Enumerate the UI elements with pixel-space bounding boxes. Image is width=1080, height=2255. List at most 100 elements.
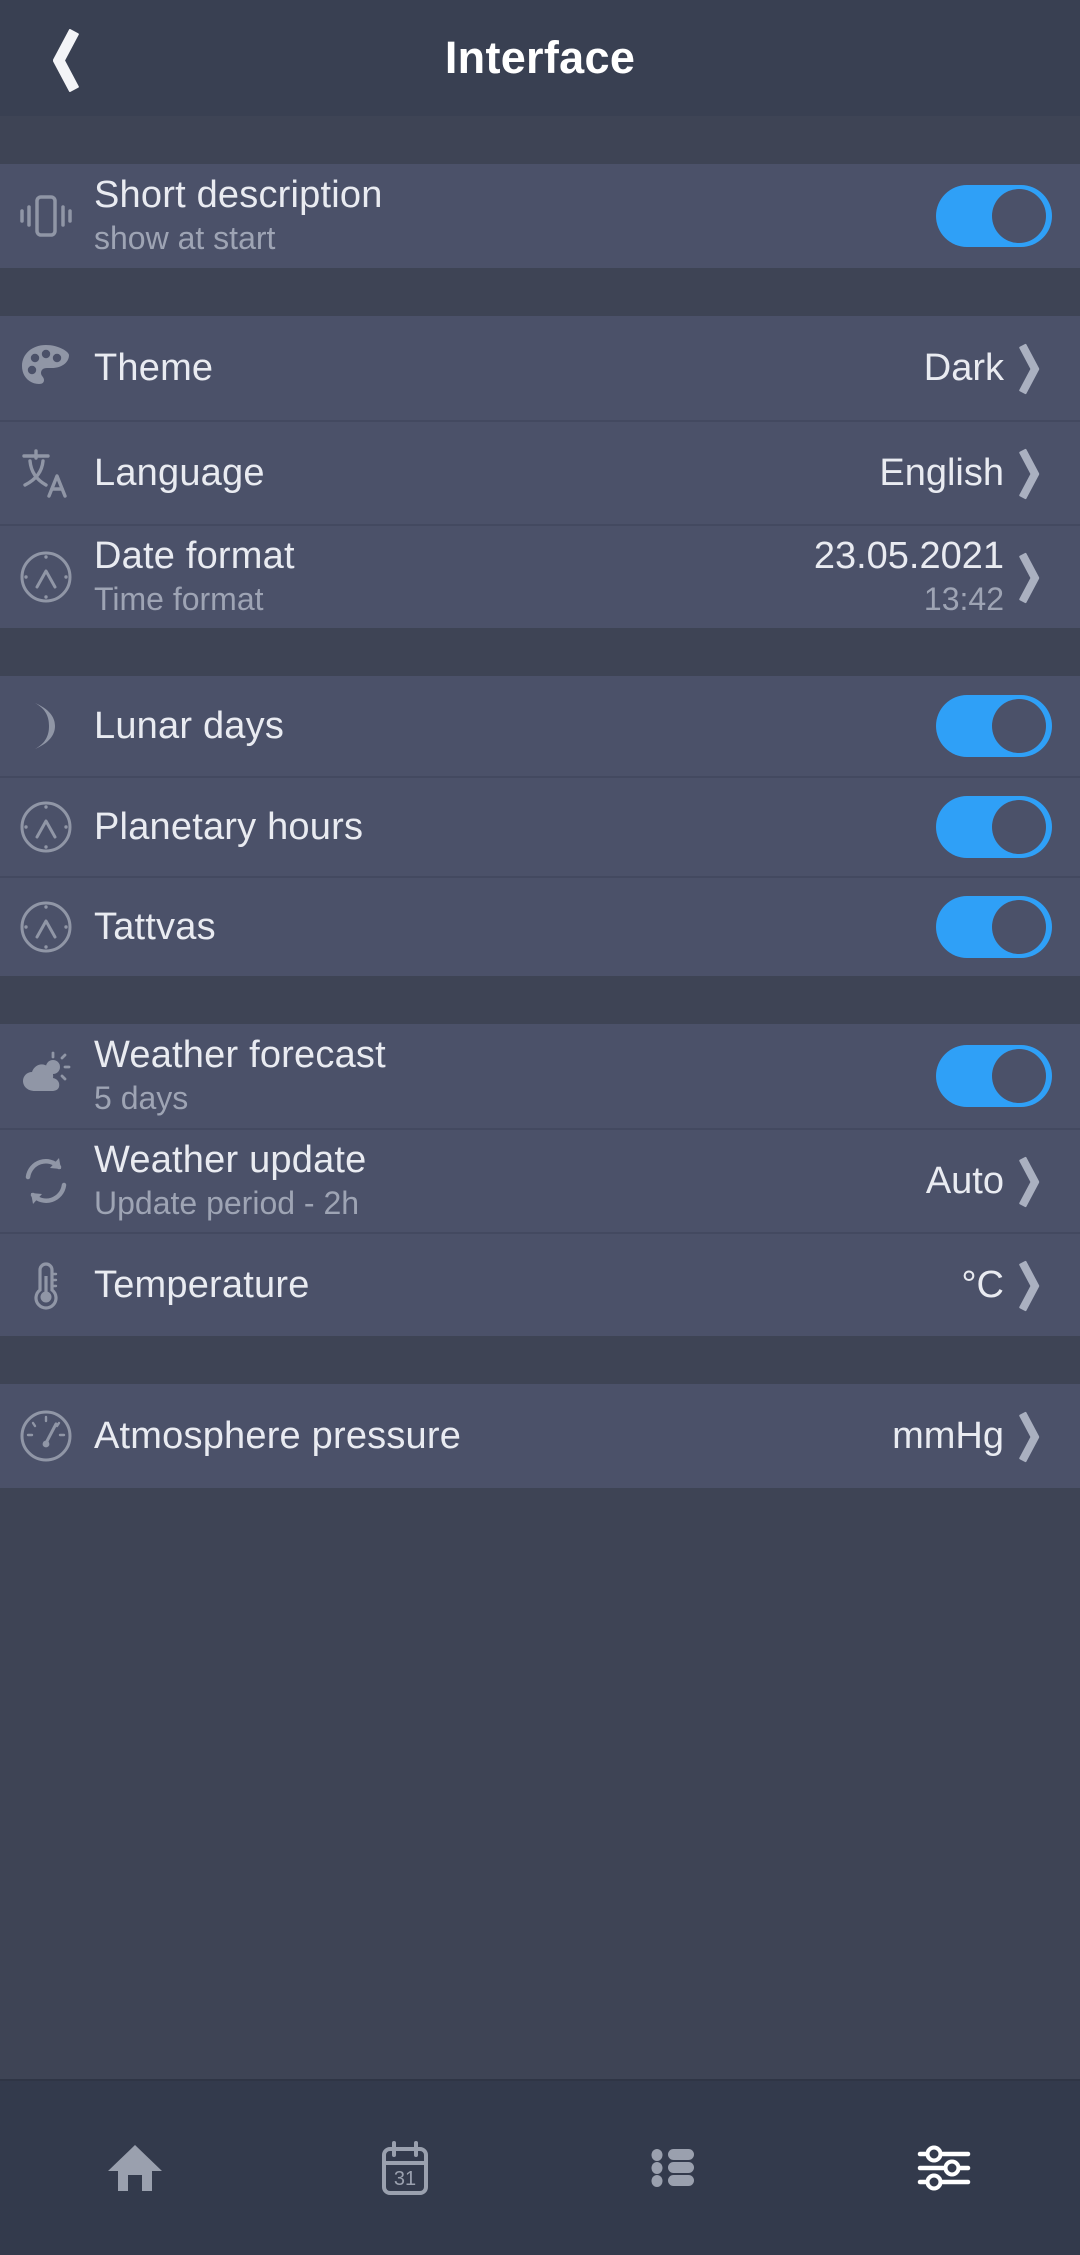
row-labels: Date format Time format: [92, 535, 814, 619]
value-text: mmHg: [892, 1414, 1004, 1457]
row-value: mmHg: [892, 1415, 1004, 1458]
nav-home[interactable]: [0, 2080, 270, 2255]
nav-calendar[interactable]: 31: [270, 2080, 540, 2255]
toggle-knob: [992, 1049, 1046, 1103]
toggle-short-description[interactable]: [936, 185, 1052, 247]
clock-icon: [0, 796, 92, 858]
row-weather-update[interactable]: Weather update Update period - 2h Auto: [0, 1128, 1080, 1232]
vibrate-icon: [0, 185, 92, 247]
value-subtext: 13:42: [923, 581, 1004, 618]
page-title: Interface: [444, 32, 636, 83]
row-labels: Theme: [92, 347, 924, 390]
row-planetary-hours[interactable]: Planetary hours: [0, 776, 1080, 876]
row-title: Lunar days: [94, 704, 285, 747]
palette-icon: [0, 337, 92, 399]
group-appearance: Theme Dark Language English Date format …: [0, 316, 1080, 628]
section-gap: [0, 116, 1080, 164]
row-labels: Weather update Update period - 2h: [92, 1139, 926, 1223]
row-labels: Short description show at start: [92, 174, 936, 258]
chevron-right-icon: [1020, 1259, 1054, 1311]
row-subtitle: Update period - 2h: [94, 1185, 360, 1222]
row-short-description[interactable]: Short description show at start: [0, 164, 1080, 268]
row-title: Temperature: [94, 1263, 310, 1306]
group-weather: Weather forecast 5 days Weather update U…: [0, 1024, 1080, 1336]
row-subtitle: 5 days: [94, 1080, 189, 1117]
row-atmosphere-pressure[interactable]: Atmosphere pressure mmHg: [0, 1384, 1080, 1488]
row-title: Date format: [94, 534, 295, 577]
row-title: Weather update: [94, 1138, 367, 1181]
row-value: 23.05.2021 13:42: [814, 535, 1004, 619]
value-text: Dark: [923, 346, 1004, 389]
toggle-tattvas[interactable]: [936, 896, 1052, 958]
chevron-right-icon: [1020, 447, 1054, 499]
row-date-format[interactable]: Date format Time format 23.05.2021 13:42: [0, 524, 1080, 628]
toggle-weather-forecast[interactable]: [936, 1045, 1052, 1107]
chevron-right-icon: [1020, 551, 1054, 603]
app-header: Interface: [0, 0, 1080, 116]
value-text: 23.05.2021: [813, 534, 1004, 577]
settings-list: Short description show at start Theme Da…: [0, 116, 1080, 2079]
row-subtitle: Time format: [94, 581, 264, 618]
settings-screen: Interface Short description show at star…: [0, 0, 1080, 2255]
row-subtitle: show at start: [94, 220, 276, 257]
row-labels: Atmosphere pressure: [92, 1415, 892, 1458]
svg-text:31: 31: [394, 2168, 416, 2190]
row-title: Theme: [94, 346, 214, 389]
sliders-icon: [910, 2133, 980, 2203]
value-text: °C: [961, 1263, 1004, 1306]
clock-icon: [0, 546, 92, 608]
row-value: Dark: [924, 347, 1004, 390]
section-gap: [0, 628, 1080, 676]
chevron-right-icon: [1020, 1410, 1054, 1462]
toggle-knob: [992, 800, 1046, 854]
chevron-left-icon: [40, 27, 80, 89]
row-title: Tattvas: [94, 905, 216, 948]
group-short-description: Short description show at start: [0, 164, 1080, 268]
list-icon: [640, 2133, 710, 2203]
row-weather-forecast[interactable]: Weather forecast 5 days: [0, 1024, 1080, 1128]
back-button[interactable]: [0, 0, 120, 116]
gauge-icon: [0, 1405, 92, 1467]
row-tattvas[interactable]: Tattvas: [0, 876, 1080, 976]
chevron-right-icon: [1020, 1155, 1054, 1207]
row-lunar-days[interactable]: Lunar days: [0, 676, 1080, 776]
toggle-knob: [992, 699, 1046, 753]
row-labels: Temperature: [92, 1264, 961, 1307]
value-text: English: [879, 451, 1004, 494]
nav-list[interactable]: [540, 2080, 810, 2255]
row-title: Weather forecast: [94, 1033, 386, 1076]
row-labels: Weather forecast 5 days: [92, 1034, 936, 1118]
row-temperature[interactable]: Temperature °C: [0, 1232, 1080, 1336]
thermometer-icon: [0, 1254, 92, 1316]
section-gap: [0, 1336, 1080, 1384]
translate-icon: [0, 442, 92, 504]
row-language[interactable]: Language English: [0, 420, 1080, 524]
list-bottom-space: [0, 1488, 1080, 2079]
nav-settings[interactable]: [810, 2080, 1080, 2255]
row-labels: Lunar days: [92, 705, 936, 748]
moon-icon: [0, 695, 92, 757]
row-theme[interactable]: Theme Dark: [0, 316, 1080, 420]
clock-icon: [0, 896, 92, 958]
toggle-planetary-hours[interactable]: [936, 796, 1052, 858]
home-icon: [100, 2133, 170, 2203]
calendar-icon: 31: [370, 2133, 440, 2203]
section-gap: [0, 268, 1080, 316]
row-title: Short description: [94, 173, 383, 216]
section-gap: [0, 976, 1080, 1024]
row-labels: Planetary hours: [92, 806, 936, 849]
toggle-lunar-days[interactable]: [936, 695, 1052, 757]
row-value: English: [879, 452, 1004, 495]
row-labels: Tattvas: [92, 906, 936, 949]
toggle-knob: [992, 900, 1046, 954]
row-value: °C: [961, 1264, 1004, 1307]
row-title: Language: [94, 451, 265, 494]
row-value: Auto: [926, 1160, 1004, 1203]
row-labels: Language: [92, 452, 879, 495]
refresh-icon: [0, 1150, 92, 1212]
bottom-navigation: 31: [0, 2079, 1080, 2255]
group-pressure: Atmosphere pressure mmHg: [0, 1384, 1080, 1488]
row-title: Planetary hours: [94, 805, 364, 848]
sun-cloud-icon: [0, 1045, 92, 1107]
chevron-right-icon: [1020, 342, 1054, 394]
